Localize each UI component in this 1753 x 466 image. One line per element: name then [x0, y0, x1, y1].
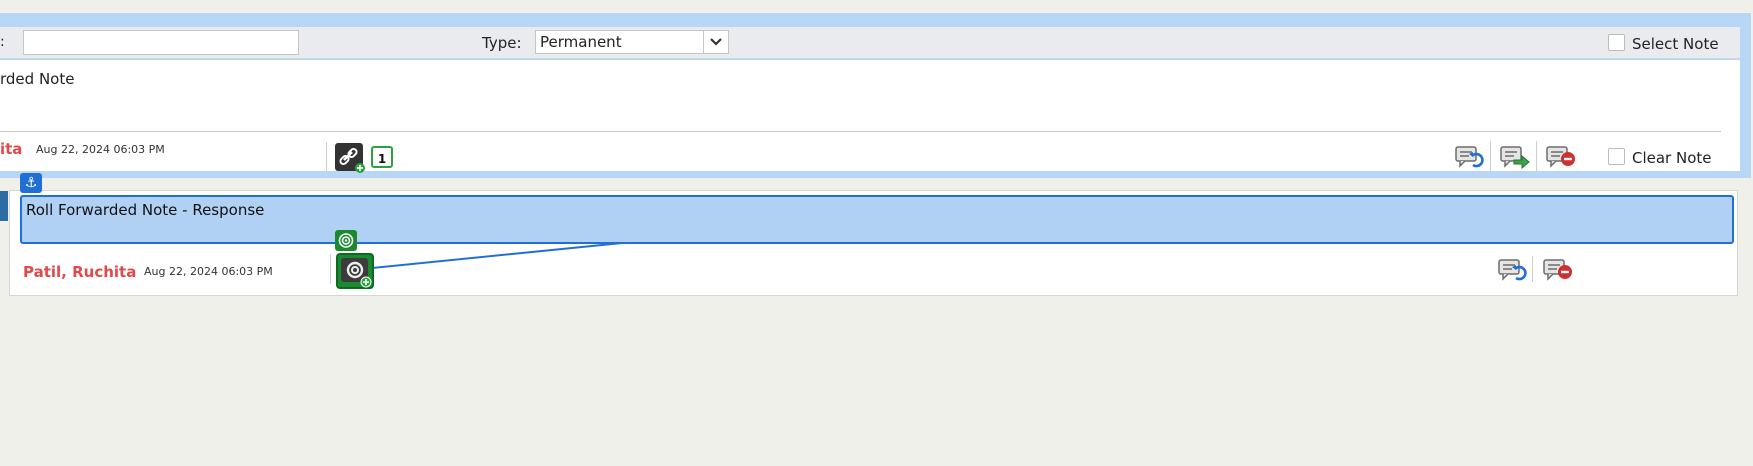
chain-link-icon[interactable] — [336, 253, 374, 293]
note-body — [0, 60, 1740, 131]
divider — [326, 142, 327, 172]
delete-note-icon[interactable] — [1543, 258, 1573, 286]
title-input[interactable] — [23, 30, 299, 55]
divider — [1536, 141, 1537, 171]
delete-note-icon[interactable] — [1546, 145, 1576, 173]
note-author[interactable]: ita — [0, 140, 22, 158]
divider — [0, 131, 1721, 132]
reply-note-icon[interactable] — [1498, 258, 1528, 286]
note-text: rded Note — [0, 70, 75, 88]
clear-note-checkbox[interactable] — [1608, 148, 1625, 165]
response-note-text-box[interactable] — [20, 195, 1734, 244]
select-note-checkbox[interactable] — [1608, 34, 1625, 51]
chevron-down-icon[interactable] — [703, 31, 728, 53]
divider — [1490, 141, 1491, 171]
divider — [1532, 256, 1533, 282]
link-count-badge[interactable]: 1 — [371, 146, 393, 168]
anchor-icon[interactable]: ⚓ — [20, 173, 42, 193]
type-select[interactable]: Permanent — [535, 30, 729, 54]
clear-note-label: Clear Note — [1632, 149, 1712, 167]
chain-link-icon[interactable] — [335, 143, 365, 177]
response-note-text: Roll Forwarded Note - Response — [26, 201, 265, 219]
type-label: Type: — [482, 34, 522, 52]
target-icon[interactable] — [335, 230, 357, 251]
title-label: : — [0, 34, 5, 50]
note-timestamp: Aug 22, 2024 06:03 PM — [36, 143, 165, 156]
forward-note-icon[interactable] — [1500, 145, 1530, 173]
response-note-timestamp: Aug 22, 2024 06:03 PM — [144, 265, 273, 278]
left-accent-bar — [0, 191, 8, 221]
reply-note-icon[interactable] — [1455, 145, 1485, 173]
response-note-author[interactable]: Patil, Ruchita — [23, 263, 136, 281]
divider — [330, 254, 331, 284]
type-select-value: Permanent — [540, 33, 622, 51]
select-note-label: Select Note — [1632, 35, 1719, 53]
